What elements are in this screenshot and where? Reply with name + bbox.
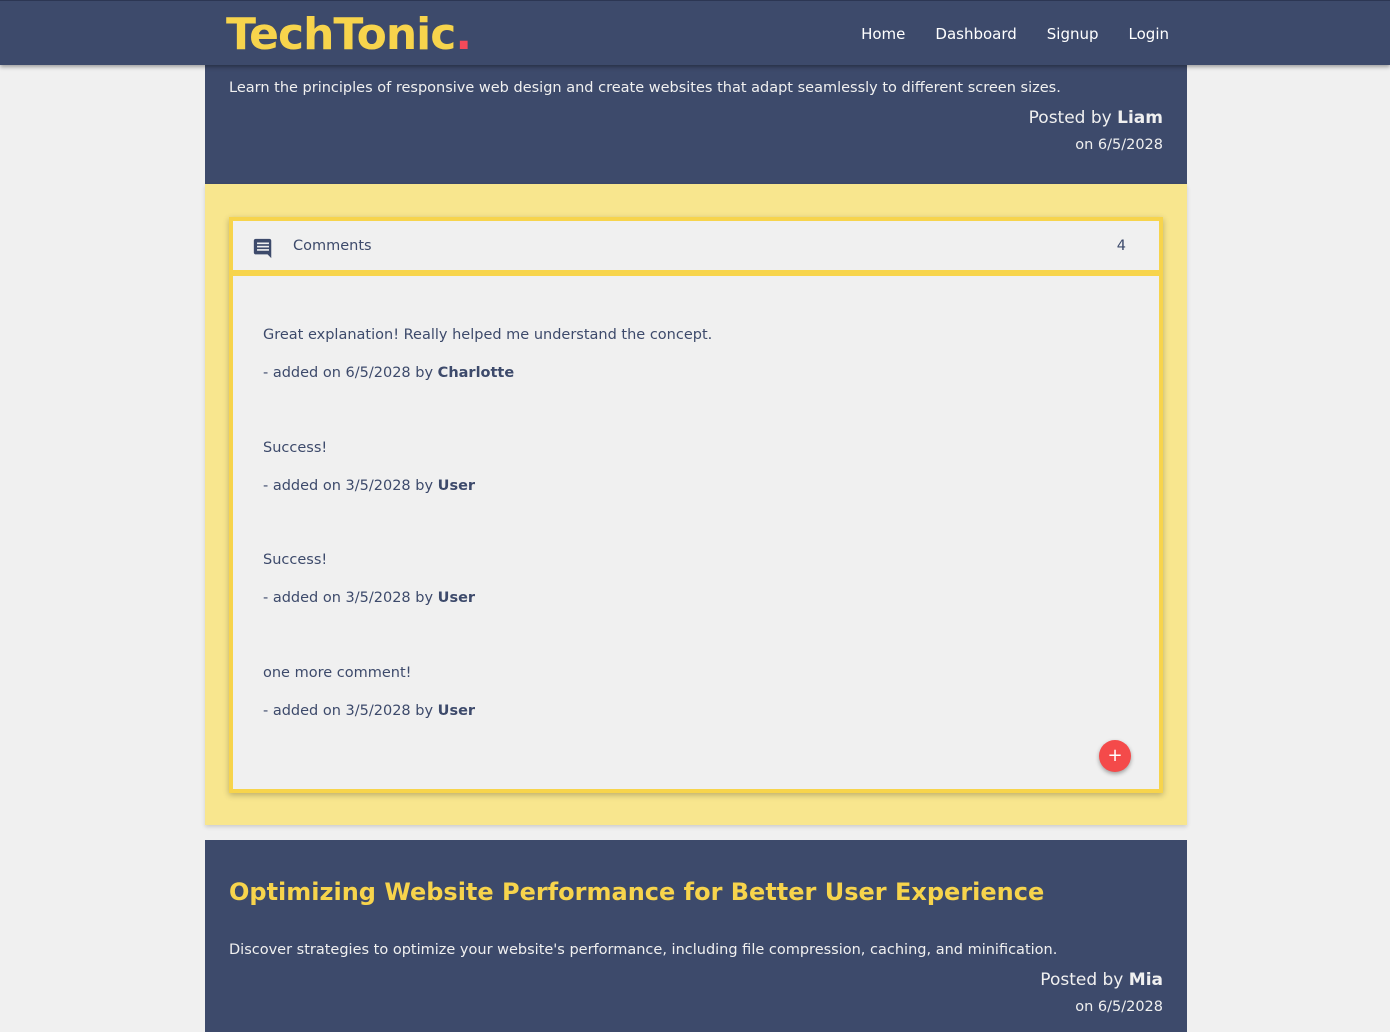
comment-meta: - added on 3/5/2028 by User xyxy=(263,703,1123,719)
comment-item: Success! - added on 3/5/2028 by User xyxy=(263,440,1123,494)
comment-item: Success! - added on 3/5/2028 by User xyxy=(263,552,1123,606)
brand-logo[interactable]: TechTonic. xyxy=(226,7,472,63)
post-author: Liam xyxy=(1117,108,1163,128)
post-card: Optimizing Website Performance for Bette… xyxy=(205,840,1187,1032)
comments-title: Comments xyxy=(293,238,372,254)
comments-header[interactable]: Comments 4 xyxy=(233,221,1159,276)
post-author: Mia xyxy=(1128,970,1163,990)
comment-text: Great explanation! Really helped me unde… xyxy=(263,327,713,343)
comment-text: Success! xyxy=(263,552,328,568)
comment-text: Success! xyxy=(263,440,328,456)
comments-section: Comments 4 Great explanation! Really hel… xyxy=(205,184,1187,825)
comment-text: one more comment! xyxy=(263,665,412,681)
brand-name: TechTonic xyxy=(226,9,456,60)
comment-author: User xyxy=(437,703,476,719)
comment-author: User xyxy=(437,478,476,494)
post-description: Learn the principles of responsive web d… xyxy=(229,80,1061,96)
comment-item: one more comment! - added on 3/5/2028 by… xyxy=(263,665,1123,719)
comments-count: 4 xyxy=(1116,238,1126,254)
comment-meta-prefix: - added on 3/5/2028 by xyxy=(263,590,438,606)
comment-meta-prefix: - added on 6/5/2028 by xyxy=(263,365,438,381)
add-comment-button[interactable]: + xyxy=(1099,740,1131,772)
posted-by: Posted by Mia xyxy=(1040,970,1163,990)
nav-links: Home Dashboard Signup Login xyxy=(861,1,1169,66)
comment-meta: - added on 3/5/2028 by User xyxy=(263,590,1123,606)
posted-by-prefix: Posted by xyxy=(1028,108,1118,128)
nav-home[interactable]: Home xyxy=(861,25,905,43)
comments-box: Comments 4 Great explanation! Really hel… xyxy=(229,217,1163,793)
post-meta: Posted by Liam on 6/5/2028 xyxy=(1029,108,1163,153)
nav-login[interactable]: Login xyxy=(1129,25,1169,43)
post-meta: Posted by Mia on 6/5/2028 xyxy=(1040,970,1163,1015)
nav-dashboard[interactable]: Dashboard xyxy=(935,25,1016,43)
comment-author: User xyxy=(437,590,476,606)
post-date: on 6/5/2028 xyxy=(1075,999,1163,1015)
post-date: on 6/5/2028 xyxy=(1075,137,1163,153)
nav-signup[interactable]: Signup xyxy=(1047,25,1099,43)
comment-meta-prefix: - added on 3/5/2028 by xyxy=(263,478,438,494)
posted-by-prefix: Posted by xyxy=(1040,970,1129,990)
comment-icon xyxy=(253,238,272,259)
post-description: Discover strategies to optimize your web… xyxy=(229,942,1058,958)
brand-dot: . xyxy=(455,9,472,60)
comment-meta-prefix: - added on 3/5/2028 by xyxy=(263,703,438,719)
posted-by: Posted by Liam xyxy=(1029,108,1163,128)
comment-author: Charlotte xyxy=(437,365,515,381)
navbar: TechTonic. Home Dashboard Signup Login xyxy=(0,0,1390,65)
comment-meta: - added on 6/5/2028 by Charlotte xyxy=(263,365,1123,381)
comment-meta: - added on 3/5/2028 by User xyxy=(263,478,1123,494)
comment-item: Great explanation! Really helped me unde… xyxy=(263,327,1123,381)
post-title[interactable]: Optimizing Website Performance for Bette… xyxy=(229,878,1044,906)
